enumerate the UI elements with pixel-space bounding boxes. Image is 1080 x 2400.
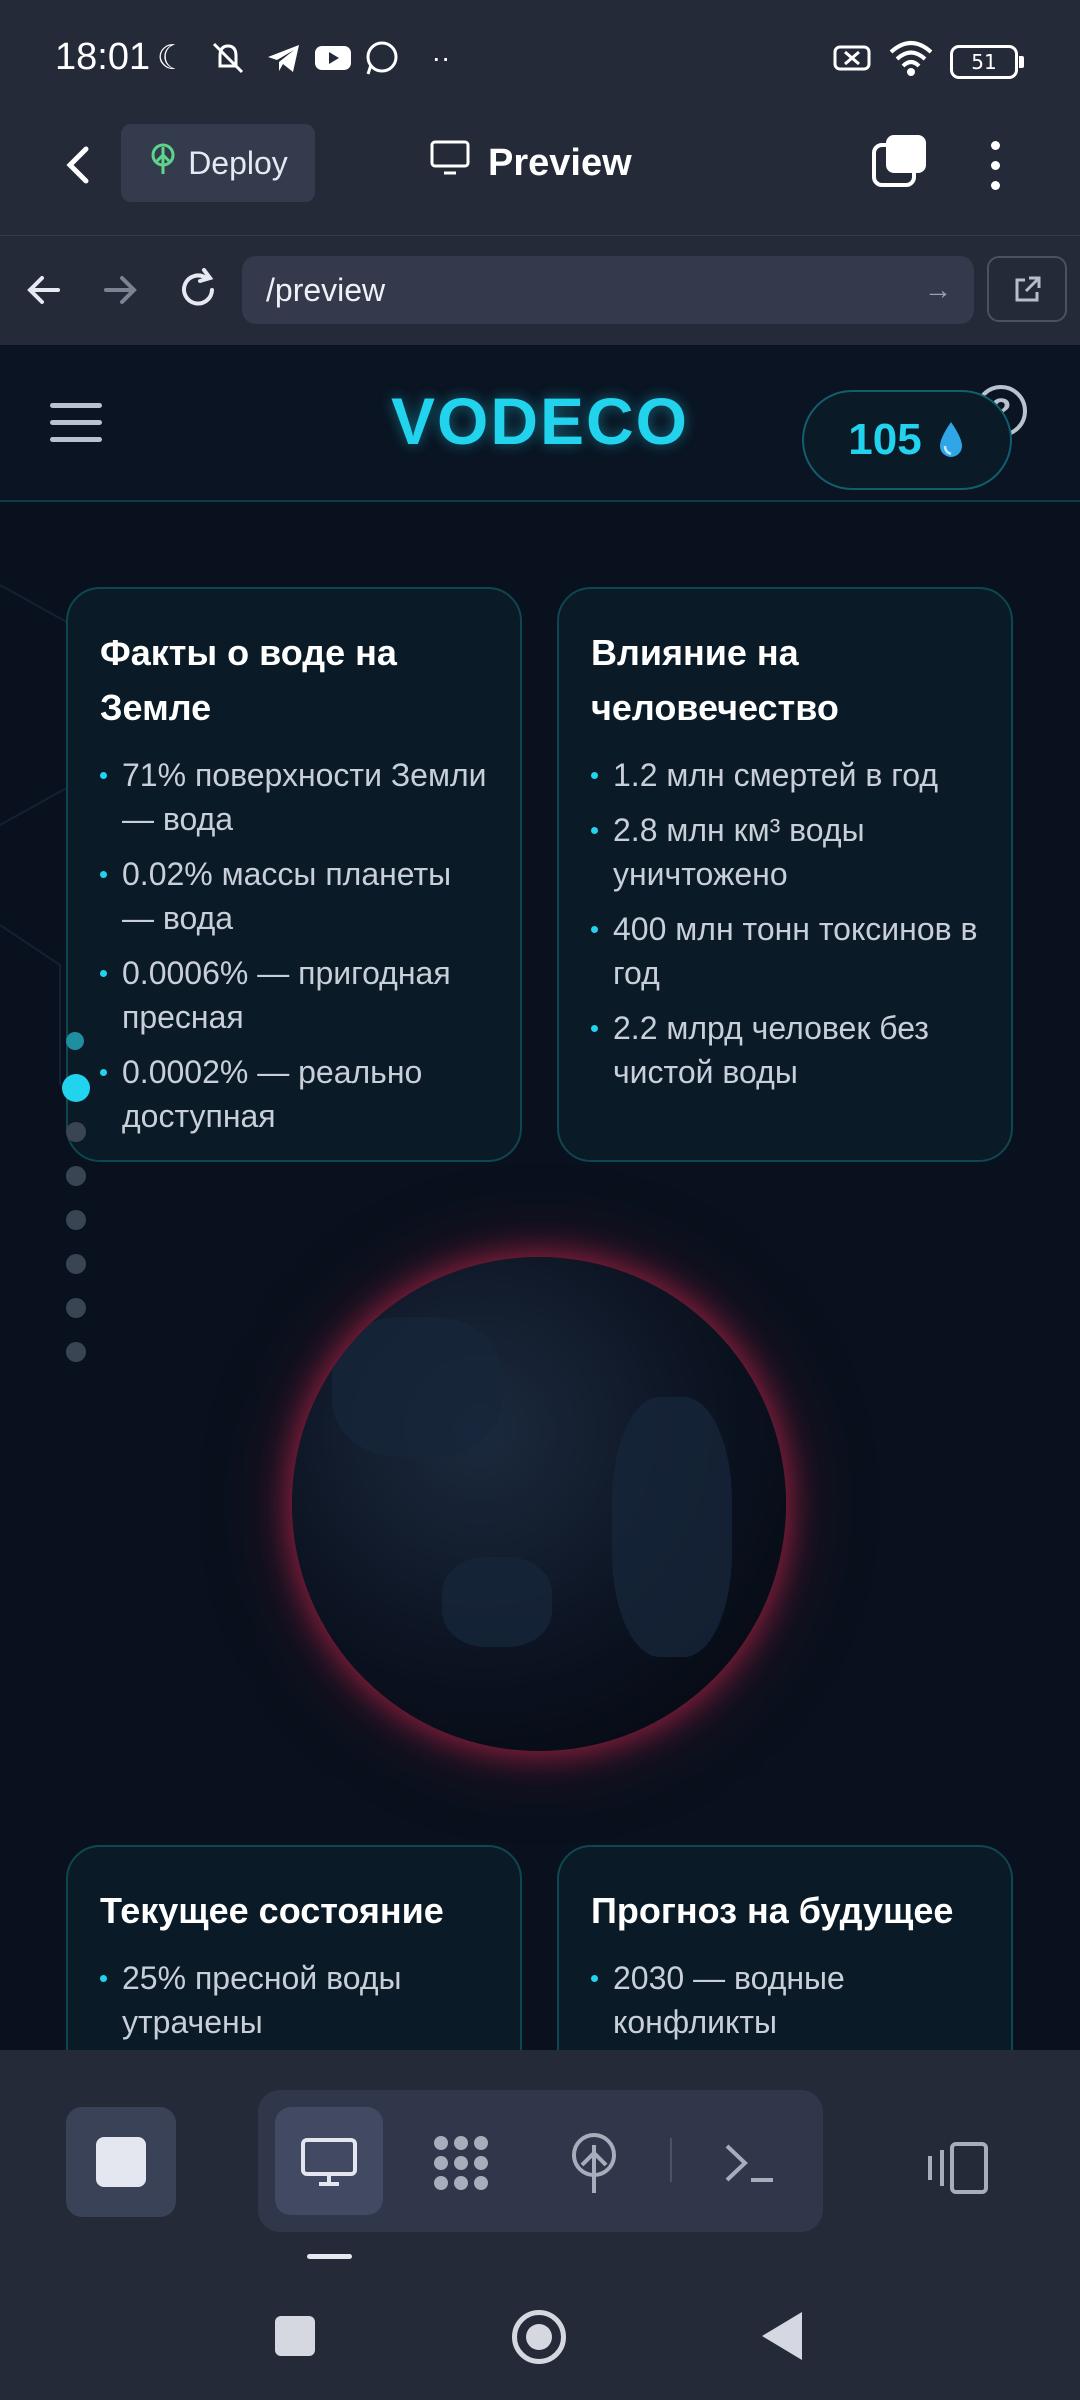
pager-dot[interactable] <box>66 1122 86 1142</box>
card-current-state: Текущее состояние 25% пресной воды утрач… <box>66 1845 522 2050</box>
pager-dot[interactable] <box>66 1298 86 1318</box>
deploy-label: Deploy <box>188 144 288 181</box>
open-external-button[interactable] <box>987 256 1067 322</box>
browser-back-button[interactable] <box>14 260 74 320</box>
reload-button[interactable] <box>168 260 228 320</box>
water-drop-icon <box>936 420 966 460</box>
youtube-icon <box>313 38 353 78</box>
back-button[interactable] <box>50 135 110 195</box>
stop-button[interactable] <box>66 2107 176 2217</box>
drops-count: 105 <box>848 415 922 464</box>
list-item: 0.0002% — реально доступная <box>100 1050 490 1138</box>
status-time: 18:01 <box>55 36 151 78</box>
card-forecast: Прогноз на будущее 2030 — водные конфлик… <box>557 1845 1013 2050</box>
drops-counter-badge[interactable]: 105 <box>802 390 1012 490</box>
battery-icon: 51 <box>950 45 1024 79</box>
list-item: 400 млн тонн токсинов в год <box>591 907 981 995</box>
monitor-icon <box>430 140 470 186</box>
preview-tool-button[interactable] <box>275 2107 383 2215</box>
home-indicator <box>307 2254 352 2259</box>
pager-dot[interactable] <box>66 1166 86 1186</box>
device-toggle-button[interactable] <box>912 2124 1002 2204</box>
list-item: 2.8 млн км³ воды уничтожено <box>591 808 981 896</box>
go-arrow-icon[interactable]: → <box>924 256 952 324</box>
pager-dot[interactable] <box>66 1342 86 1362</box>
pager-dot-active[interactable] <box>62 1074 90 1102</box>
webview: VODECO ? 105 Факты о воде на Земле 71% п… <box>0 345 1080 2050</box>
deploy-button[interactable]: Deploy <box>121 124 315 202</box>
telegram-icon <box>264 38 304 78</box>
card-title: Текущее состояние <box>100 1890 444 1931</box>
deploy-tool-button[interactable] <box>540 2107 648 2215</box>
terminal-tool-button[interactable] <box>695 2107 803 2215</box>
card-title: Влияние на человечество <box>591 632 839 728</box>
grid-tool-button[interactable] <box>407 2107 515 2215</box>
card-impact: Влияние на человечество 1.2 млн смертей … <box>557 587 1013 1162</box>
more-dots-icon: ·· <box>431 42 451 73</box>
list-item: 1.2 млн смертей в год <box>591 753 981 797</box>
browser-forward-button[interactable] <box>90 260 150 320</box>
card-title: Прогноз на будущее <box>591 1890 954 1931</box>
earth-globe <box>292 1257 786 1751</box>
card-title: Факты о воде на Земле <box>100 632 397 728</box>
home-button[interactable] <box>512 2310 566 2364</box>
stop-icon <box>96 2137 146 2187</box>
moon-icon: ☾ <box>156 39 188 77</box>
list-item: 2.2 млрд человек без чистой воды <box>591 1006 981 1094</box>
pager-dot[interactable] <box>66 1032 84 1050</box>
pager-dot[interactable] <box>66 1254 86 1274</box>
list-item: 2030 — водные конфликты <box>591 1956 981 2044</box>
wifi-icon <box>889 38 933 78</box>
url-input[interactable]: /preview → <box>242 256 974 324</box>
deploy-icon <box>148 143 178 183</box>
card-water-facts: Факты о воде на Земле 71% поверхности Зе… <box>66 587 522 1162</box>
overflow-menu-button[interactable] <box>980 135 1010 195</box>
list-item: 71% поверхности Земли — вода <box>100 753 490 841</box>
mute-icon <box>208 38 248 78</box>
toolbar-divider <box>670 2138 672 2182</box>
system-back-button[interactable] <box>762 2312 802 2360</box>
recents-button[interactable] <box>275 2316 315 2356</box>
list-item: 25% пресной воды утрачены <box>100 1956 490 2044</box>
page-title: Preview <box>488 141 632 184</box>
pager-dot[interactable] <box>66 1210 86 1230</box>
sim-off-icon <box>832 38 872 78</box>
url-text: /preview <box>266 272 386 308</box>
tabs-button[interactable] <box>872 135 928 191</box>
whatsapp-icon <box>362 38 402 78</box>
list-item: 0.02% массы планеты — вода <box>100 852 490 940</box>
preview-title: Preview <box>430 138 632 188</box>
list-item: 0.0006% — пригодная пресная <box>100 951 490 1039</box>
